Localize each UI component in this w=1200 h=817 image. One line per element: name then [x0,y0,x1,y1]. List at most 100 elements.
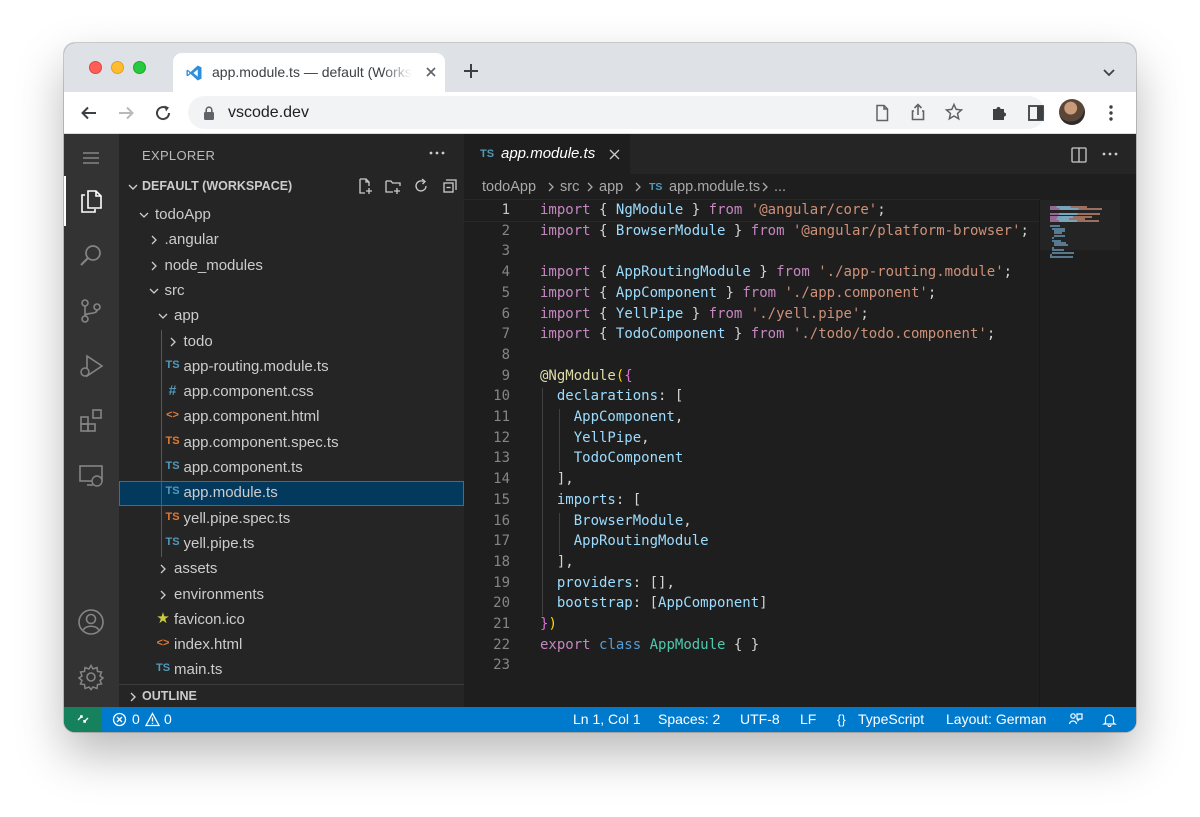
tree-file[interactable]: <> index.html [119,633,464,658]
tab-search-chevron-icon[interactable] [1101,64,1117,80]
menu-hamburger-icon[interactable] [77,144,105,172]
tree-file[interactable]: <> app.component.html [119,405,464,430]
tree-file[interactable]: TS main.ts [119,658,464,683]
back-arrow-icon[interactable] [79,103,99,123]
run-and-debug-icon[interactable] [77,352,105,380]
breadcrumb-item[interactable]: app.module.ts [669,179,760,195]
code-line[interactable]: 4 import { AppRoutingModule } from './app… [464,262,1039,283]
tree-file[interactable]: TS yell.pipe.spec.ts [119,507,464,532]
share-icon[interactable] [908,102,928,122]
maximize-window-button[interactable] [133,61,146,74]
cursor-position[interactable]: Ln 1, Col 1 [573,711,641,727]
breadcrumb-item[interactable]: todoApp [482,179,536,195]
tree-folder[interactable]: src [119,279,464,304]
code-line[interactable]: 23 [464,655,1039,676]
code-line[interactable]: 6 import { YellPipe } from './yell.pipe'; [464,304,1039,325]
code-line[interactable]: 2 import { BrowserModule } from '@angular… [464,221,1039,242]
tree-file[interactable]: ★ favicon.ico [119,608,464,633]
end-of-line[interactable]: LF [800,711,816,727]
breadcrumb-item[interactable]: app [599,179,623,195]
code-line[interactable]: 12 YellPipe, [464,428,1039,449]
indentation[interactable]: Spaces: 2 [658,711,720,727]
chrome-menu-icon[interactable] [1101,103,1121,123]
close-tab-icon[interactable] [423,64,439,80]
search-icon[interactable] [77,242,105,270]
workspace-section-header[interactable]: DEFAULT (WORKSPACE) [119,176,464,198]
feedback-icon[interactable] [1068,712,1083,727]
remote-indicator[interactable] [64,707,102,732]
error-count[interactable]: 0 [132,711,140,727]
new-file-icon[interactable] [356,177,374,195]
tree-folder[interactable]: environments [119,583,464,608]
tree-file[interactable]: TS app.component.spec.ts [119,431,464,456]
code-line[interactable]: 17 AppRoutingModule [464,531,1039,552]
explorer-more-actions-icon[interactable] [427,146,447,160]
code-line[interactable]: 22 export class AppModule { } [464,635,1039,656]
tree-folder[interactable]: todoApp [119,203,464,228]
language-mode[interactable]: TypeScript [858,711,924,727]
explorer-files-icon[interactable] [77,187,105,215]
breadcrumb-item[interactable]: ... [774,179,786,195]
outline-section-header[interactable]: OUTLINE [119,684,464,707]
code-line[interactable]: 1 import { NgModule } from '@angular/core… [463,199,1040,222]
code-line[interactable]: 19 providers: [], [464,573,1039,594]
code-line[interactable]: 9 @NgModule({ [464,366,1039,387]
settings-gear-icon[interactable] [77,663,105,691]
tree-folder[interactable]: app [119,304,464,329]
profile-avatar[interactable] [1059,99,1085,125]
extensions-icon[interactable] [77,407,105,435]
tree-file[interactable]: # app.component.css [119,380,464,405]
close-window-button[interactable] [89,61,102,74]
minimize-window-button[interactable] [111,61,124,74]
code-line[interactable]: 5 import { AppComponent } from './app.com… [464,283,1039,304]
code-line[interactable]: 16 BrowserModule, [464,511,1039,532]
code-line[interactable]: 14 ], [464,469,1039,490]
code-line[interactable]: 13 TodoComponent [464,448,1039,469]
new-tab-icon[interactable] [462,62,480,80]
refresh-explorer-icon[interactable] [412,177,430,195]
code-line[interactable]: 21}) [464,614,1039,635]
breadcrumb-item[interactable]: src [560,179,579,195]
code-line[interactable]: 15 imports: [ [464,490,1039,511]
code-line[interactable]: 8 [464,345,1039,366]
split-editor-icon[interactable] [1070,146,1088,164]
page-info-icon[interactable] [872,103,892,123]
editor-tab-app-module[interactable]: TS app.module.ts [464,134,630,174]
encoding[interactable]: UTF-8 [740,711,780,727]
accounts-icon[interactable] [77,608,105,636]
reload-icon[interactable] [153,103,173,123]
notifications-bell-icon[interactable] [1102,712,1117,727]
code-line[interactable]: 7 import { TodoComponent } from './todo/t… [464,324,1039,345]
lock-icon[interactable] [202,105,216,121]
address-bar[interactable]: vscode.dev [188,96,1045,129]
close-editor-icon[interactable] [608,148,621,161]
bookmark-star-icon[interactable] [944,102,964,122]
warning-icon[interactable] [145,712,160,727]
tree-folder[interactable]: node_modules [119,254,464,279]
remote-explorer-icon[interactable] [77,462,105,490]
browser-tab[interactable]: app.module.ts — default (Workspace) [173,53,445,92]
editor-more-actions-icon[interactable] [1100,146,1120,162]
minimap[interactable] [1039,200,1136,707]
code-editor[interactable]: 1 import { NgModule } from '@angular/core… [463,199,1136,707]
code-line[interactable]: 10 declarations: [ [464,386,1039,407]
code-line[interactable]: 20 bootstrap: [AppComponent] [464,593,1039,614]
code-line[interactable]: 3 [464,241,1039,262]
tree-file[interactable]: TS app.module.ts [119,481,464,507]
tree-folder[interactable]: assets [119,557,464,582]
new-folder-icon[interactable] [384,177,402,195]
error-icon[interactable] [112,712,127,727]
collapse-folders-icon[interactable] [440,177,458,195]
tree-folder[interactable]: .angular [119,228,464,253]
warning-count[interactable]: 0 [164,711,172,727]
keyboard-layout[interactable]: Layout: German [946,711,1046,727]
side-panel-icon[interactable] [1026,103,1046,123]
tree-file[interactable]: TS app.component.ts [119,456,464,481]
tree-file[interactable]: TS yell.pipe.ts [119,532,464,557]
code-line[interactable]: 11 AppComponent, [464,407,1039,428]
source-control-icon[interactable] [77,297,105,325]
code-line[interactable]: 18 ], [464,552,1039,573]
extensions-puzzle-icon[interactable] [989,103,1009,123]
forward-arrow-icon[interactable] [116,103,136,123]
tree-folder[interactable]: todo [119,330,464,355]
